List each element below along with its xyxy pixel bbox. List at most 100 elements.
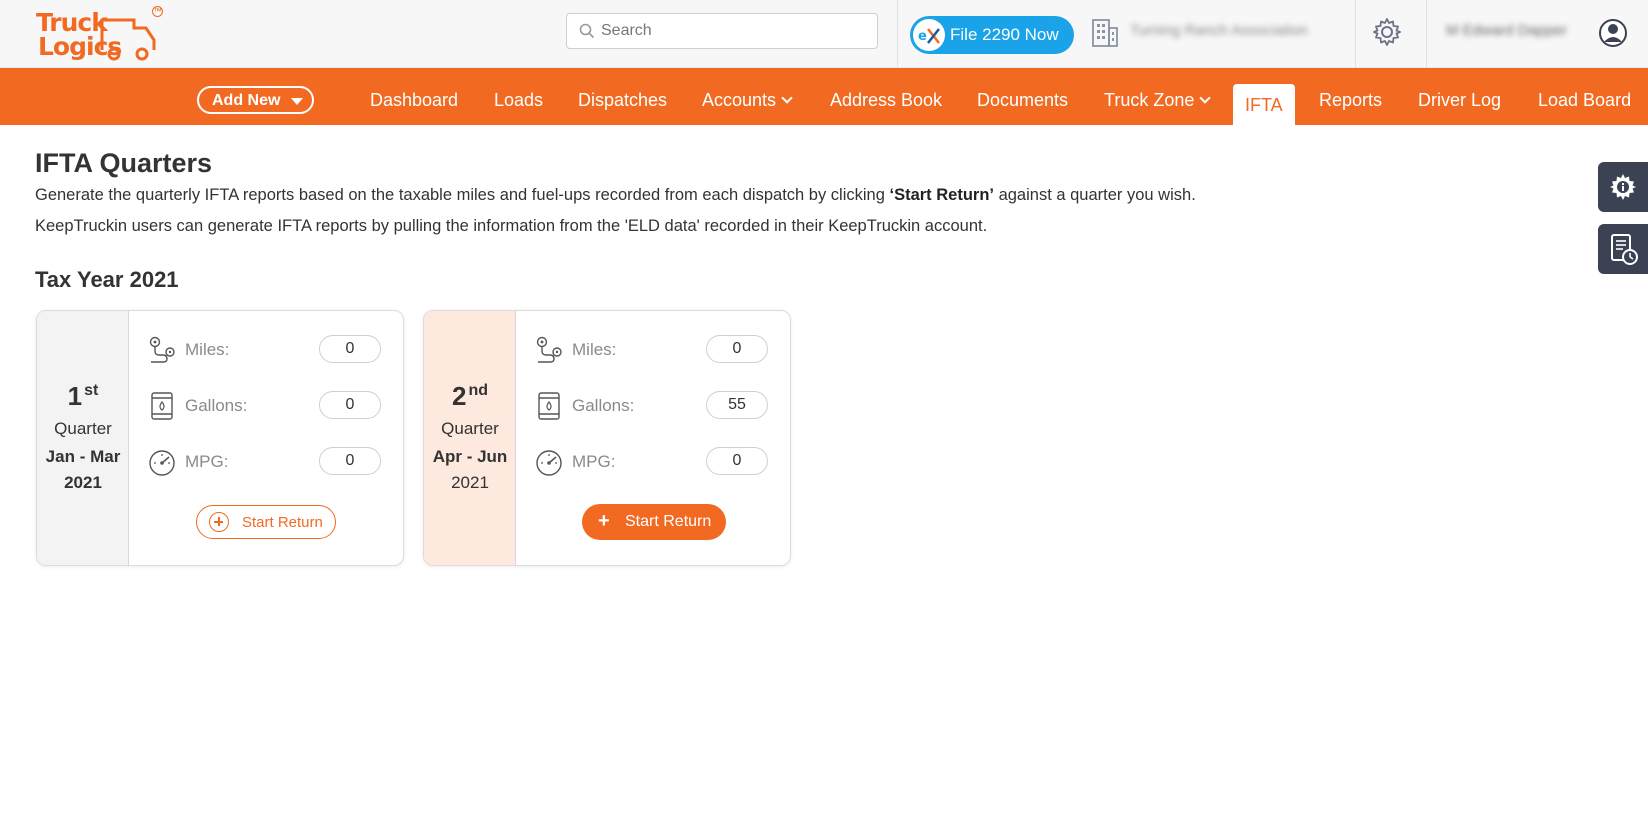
- quarter-months: Jan - Mar: [45, 447, 121, 466]
- nav-label: Reports: [1319, 90, 1383, 110]
- quarter-word: Quarter: [54, 419, 112, 438]
- nav-item-address-book[interactable]: Address Book: [830, 68, 942, 125]
- quarter-year: 2021: [451, 473, 489, 492]
- header-divider: [1355, 0, 1356, 68]
- nav-item-load-board[interactable]: Load Board: [1538, 68, 1631, 125]
- start-return-button-q2[interactable]: + Start Return: [582, 504, 726, 540]
- main-nav: Add New Dashboard Loads Dispatches Accou…: [0, 68, 1648, 125]
- gallons-row: Gallons: 55: [534, 391, 774, 421]
- building-icon: [1092, 19, 1118, 47]
- add-new-button[interactable]: Add New: [197, 86, 314, 114]
- mpg-value: 0: [706, 447, 768, 475]
- tax-year-heading: Tax Year 2021: [35, 267, 179, 292]
- top-header: Truck Logics ™ e File 2290 Now: [0, 0, 1648, 68]
- nav-label: Load Board: [1538, 90, 1632, 110]
- mpg-value: 0: [319, 447, 381, 475]
- search-input[interactable]: [601, 20, 871, 42]
- truck-logics-logo[interactable]: Truck Logics ™: [34, 6, 164, 62]
- mpg-label: MPG:: [185, 452, 229, 471]
- nav-item-driver-log[interactable]: Driver Log: [1418, 68, 1501, 125]
- side-settings-tab[interactable]: [1598, 162, 1648, 212]
- nav-item-dispatches[interactable]: Dispatches: [578, 68, 667, 125]
- fuel-barrel-icon: [538, 392, 560, 420]
- mpg-label: MPG:: [572, 452, 616, 471]
- speedometer-icon: [149, 450, 175, 476]
- nav-label: IFTA: [1245, 95, 1283, 115]
- gallons-label: Gallons:: [572, 396, 635, 415]
- header-divider: [1426, 0, 1427, 68]
- chevron-down-icon: [781, 92, 793, 104]
- company-name[interactable]: Turning Ranch Association: [1130, 22, 1335, 42]
- search-box[interactable]: [566, 13, 878, 49]
- plus-icon: +: [598, 510, 610, 532]
- miles-value: 0: [319, 335, 381, 363]
- miles-row: Miles: 0: [534, 335, 774, 365]
- quarter-label-panel: 1st Quarter Jan - Mar 2021: [37, 311, 129, 565]
- start-return-label: Start Return: [242, 514, 323, 531]
- search-icon: [579, 23, 595, 39]
- gallons-value: 55: [706, 391, 768, 419]
- quarter-number: 1st: [37, 381, 129, 412]
- settings-gear-icon[interactable]: [1372, 17, 1402, 47]
- quarter-number: 2nd: [424, 381, 516, 412]
- nav-label: Address Book: [830, 90, 943, 110]
- plus-circle-icon: [209, 512, 229, 532]
- start-return-label: Start Return: [625, 513, 712, 530]
- nav-label: Accounts: [702, 90, 777, 110]
- nav-label: Dashboard: [370, 90, 459, 110]
- truck-outline-icon: [100, 18, 156, 61]
- route-map-pin-icon: [149, 336, 175, 363]
- gallons-value: 0: [319, 391, 381, 419]
- nav-item-documents[interactable]: Documents: [977, 68, 1068, 125]
- quarter-year: 2021: [64, 473, 102, 492]
- quarter-suffix: st: [84, 382, 99, 399]
- user-avatar-icon[interactable]: [1598, 18, 1628, 48]
- fuel-barrel-icon: [151, 392, 173, 420]
- mpg-row: MPG: 0: [147, 447, 387, 477]
- file-2290-button[interactable]: e File 2290 Now: [910, 16, 1074, 54]
- mpg-row: MPG: 0: [534, 447, 774, 477]
- nav-label: Dispatches: [578, 90, 668, 110]
- svg-text:e: e: [918, 29, 927, 44]
- page-title: IFTA Quarters: [35, 148, 213, 178]
- speedometer-icon: [536, 450, 562, 476]
- nav-label: Driver Log: [1418, 90, 1502, 110]
- miles-label: Miles:: [572, 340, 617, 359]
- quarter-card-q1: 1st Quarter Jan - Mar 2021 Miles: 0 Gall…: [36, 310, 404, 566]
- miles-label: Miles:: [185, 340, 230, 359]
- nav-item-ifta[interactable]: IFTA: [1233, 84, 1295, 125]
- nav-item-reports[interactable]: Reports: [1319, 68, 1382, 125]
- chevron-down-icon: [1199, 92, 1212, 104]
- nav-item-truck-zone[interactable]: Truck Zone: [1104, 68, 1212, 125]
- quarter-word: Quarter: [441, 419, 499, 438]
- nav-label: Loads: [494, 90, 544, 110]
- miles-row: Miles: 0: [147, 335, 387, 365]
- miles-value: 0: [706, 335, 768, 363]
- document-clock-icon: [1611, 234, 1638, 265]
- gallons-row: Gallons: 0: [147, 391, 387, 421]
- side-history-tab[interactable]: [1598, 224, 1648, 274]
- desc-text: Generate the quarterly IFTA reports base…: [35, 186, 890, 204]
- file-2290-label: File 2290 Now: [950, 25, 1059, 44]
- desc-emphasis: ‘Start Return’: [889, 186, 994, 204]
- route-map-pin-icon: [536, 336, 562, 363]
- nav-item-accounts[interactable]: Accounts: [702, 68, 793, 125]
- user-name[interactable]: M Edward Dapper: [1446, 22, 1586, 42]
- quarter-months: Apr - Jun: [432, 447, 508, 466]
- gear-info-icon: [1610, 174, 1636, 200]
- quarter-digit: 2: [451, 381, 467, 411]
- add-new-label: Add New: [212, 92, 281, 109]
- quarter-digit: 1: [67, 381, 83, 411]
- trademark-badge: ™: [152, 6, 163, 17]
- nav-item-dashboard[interactable]: Dashboard: [370, 68, 458, 125]
- start-return-button-q1[interactable]: Start Return: [196, 505, 336, 539]
- description-line-1: Generate the quarterly IFTA reports base…: [35, 186, 1196, 205]
- expresstrucktax-logo-icon: e: [913, 19, 945, 51]
- nav-item-loads[interactable]: Loads: [494, 68, 543, 125]
- nav-label: Truck Zone: [1104, 90, 1195, 110]
- nav-label: Documents: [977, 90, 1069, 110]
- gallons-label: Gallons:: [185, 396, 248, 415]
- description-line-2: KeepTruckin users can generate IFTA repo…: [35, 217, 988, 235]
- quarter-suffix: nd: [468, 382, 488, 399]
- header-divider: [897, 0, 898, 68]
